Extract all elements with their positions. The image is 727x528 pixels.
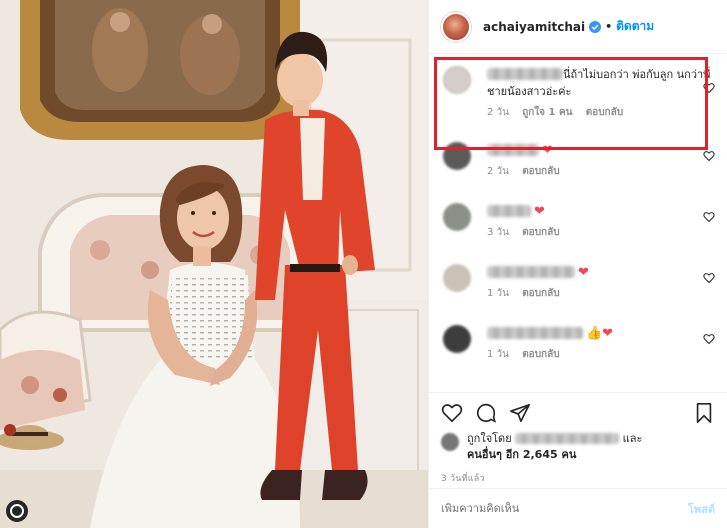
post-timestamp: 3 วันที่แล้ว bbox=[441, 474, 485, 484]
share-plane-icon[interactable] bbox=[509, 402, 531, 424]
instagram-post: achaiyamitchai • ติดตาม นี่ถ้าไม่บอกว่า … bbox=[0, 0, 727, 528]
commenter-name-blurred[interactable] bbox=[487, 144, 539, 156]
post-comment-button[interactable]: โพสต์ bbox=[688, 500, 715, 518]
commenter-name-blurred[interactable] bbox=[487, 205, 531, 217]
comment-like-heart-icon[interactable] bbox=[703, 150, 715, 162]
author-avatar[interactable] bbox=[441, 11, 471, 42]
commenter-avatar[interactable] bbox=[443, 325, 471, 353]
add-comment-input[interactable] bbox=[441, 502, 688, 515]
comment-reply-button[interactable]: ตอบกลับ bbox=[522, 349, 559, 360]
save-bookmark-icon[interactable] bbox=[693, 402, 715, 424]
like-heart-icon[interactable] bbox=[441, 402, 463, 424]
comment-age: 2 วัน bbox=[487, 107, 509, 118]
comment-age: 2 วัน bbox=[487, 166, 509, 177]
comment-meta: 1 วัน ตอบกลับ bbox=[487, 286, 715, 301]
comment-item: ❤ 3 วัน ตอบกลับ bbox=[429, 179, 727, 240]
comment-meta: 3 วัน ตอบกลับ bbox=[487, 225, 715, 240]
comment-age: 3 วัน bbox=[487, 227, 509, 238]
commenter-avatar[interactable] bbox=[443, 203, 471, 231]
comment-body: นี่ถ้าไม่บอกว่า พ่อกับลูก นกว่าพี่ชายน้อ… bbox=[487, 66, 715, 120]
comment-age: 1 วัน bbox=[487, 288, 509, 299]
comment-reply-button[interactable]: ตอบกลับ bbox=[586, 107, 623, 118]
commenter-name-blurred[interactable] bbox=[487, 266, 575, 278]
comment-reply-button[interactable]: ตอบกลับ bbox=[522, 288, 559, 299]
comment-reply-button[interactable]: ตอบกลับ bbox=[522, 227, 559, 238]
comment-body: ❤ 1 วัน ตอบกลับ bbox=[487, 264, 715, 301]
commenter-name-blurred[interactable] bbox=[487, 327, 583, 339]
comment-emoji: ❤ bbox=[542, 143, 553, 158]
comment-meta: 1 วัน ตอบกลับ bbox=[487, 347, 715, 362]
likes-prefix: ถูกใจโดย bbox=[467, 432, 512, 445]
post-photo[interactable] bbox=[0, 0, 428, 528]
commenter-name-blurred[interactable] bbox=[487, 68, 563, 80]
post-sidebar: achaiyamitchai • ติดตาม นี่ถ้าไม่บอกว่า … bbox=[428, 0, 727, 528]
verified-badge-icon bbox=[589, 20, 602, 33]
comment-likes-count[interactable]: ถูกใจ 1 คน bbox=[522, 107, 572, 118]
comment-item: ❤ 2 วัน ตอบกลับ bbox=[429, 120, 727, 179]
comment-emoji: ❤ bbox=[578, 265, 589, 280]
comment-text-wrap: 👍❤ bbox=[487, 325, 715, 342]
comment-emoji: 👍❤ bbox=[586, 326, 614, 341]
comment-text-wrap: นี่ถ้าไม่บอกว่า พ่อกับลูก นกว่าพี่ชายน้อ… bbox=[487, 66, 715, 100]
comment-age: 1 วัน bbox=[487, 349, 509, 360]
commenter-avatar[interactable] bbox=[443, 264, 471, 292]
author-username[interactable]: achaiyamitchai bbox=[483, 20, 585, 34]
post-header: achaiyamitchai • ติดตาม bbox=[429, 0, 727, 54]
comment-body: 👍❤ 1 วัน ตอบกลับ bbox=[487, 325, 715, 362]
comments-list: นี่ถ้าไม่บอกว่า พ่อกับลูก นกว่าพี่ชายน้อ… bbox=[429, 54, 727, 392]
commenter-avatar[interactable] bbox=[443, 66, 471, 94]
comment-item: นี่ถ้าไม่บอกว่า พ่อกับลูก นกว่าพี่ชายน้อ… bbox=[429, 54, 727, 120]
comment-item: 👍❤ 1 วัน ตอบกลับ bbox=[429, 301, 727, 362]
comment-text-wrap: ❤ bbox=[487, 264, 715, 281]
post-actions: ถูกใจโดย และ คนอื่นๆ อีก 2,645 คน 3 วันท… bbox=[429, 392, 727, 485]
likes-summary: ถูกใจโดย และ คนอื่นๆ อีก 2,645 คน bbox=[441, 431, 715, 463]
header-separator: • bbox=[605, 20, 613, 33]
comment-bubble-icon[interactable] bbox=[475, 402, 497, 424]
add-comment-bar: โพสต์ bbox=[429, 488, 727, 528]
comment-body: ❤ 3 วัน ตอบกลับ bbox=[487, 203, 715, 240]
comment-item: ❤ 1 วัน ตอบกลับ bbox=[429, 240, 727, 301]
liker-avatar[interactable] bbox=[441, 433, 459, 451]
comment-body: ❤ 2 วัน ตอบกลับ bbox=[487, 142, 715, 179]
instagram-badge-icon[interactable] bbox=[6, 500, 28, 522]
comment-text-wrap: ❤ bbox=[487, 203, 715, 220]
comment-reply-button[interactable]: ตอบกลับ bbox=[522, 166, 559, 177]
likes-and: และ bbox=[622, 432, 643, 445]
comment-meta: 2 วัน ตอบกลับ bbox=[487, 164, 715, 179]
comment-like-heart-icon[interactable] bbox=[703, 211, 715, 223]
comment-text-wrap: ❤ bbox=[487, 142, 715, 159]
comment-emoji: ❤ bbox=[534, 204, 545, 219]
commenter-avatar[interactable] bbox=[443, 142, 471, 170]
liker-name-blurred[interactable] bbox=[515, 433, 620, 444]
follow-button[interactable]: ติดตาม bbox=[616, 17, 654, 36]
likes-text: ถูกใจโดย และ คนอื่นๆ อีก 2,645 คน bbox=[467, 431, 642, 463]
likes-others-link[interactable]: คนอื่นๆ อีก 2,645 คน bbox=[467, 448, 576, 461]
comment-meta: 2 วัน ถูกใจ 1 คน ตอบกลับ bbox=[487, 105, 715, 120]
photo-illustration bbox=[0, 0, 428, 528]
comment-like-heart-icon[interactable] bbox=[703, 272, 715, 284]
comment-like-heart-icon[interactable] bbox=[703, 333, 715, 345]
action-icons-row bbox=[441, 397, 715, 429]
comment-like-heart-icon[interactable] bbox=[703, 82, 715, 94]
